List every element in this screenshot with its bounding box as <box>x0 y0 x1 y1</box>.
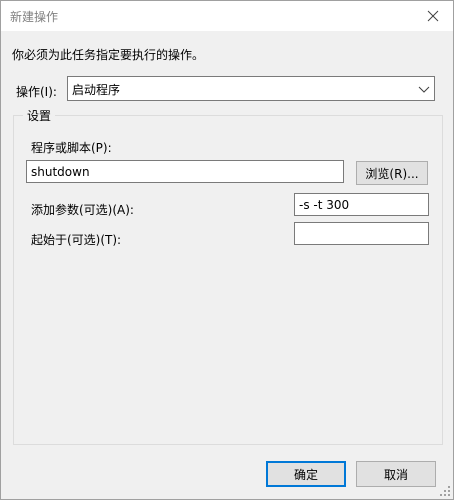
browse-button[interactable]: 浏览(R)... <box>356 161 428 185</box>
title-bar: 新建操作 <box>1 1 453 31</box>
ok-button[interactable]: 确定 <box>266 461 346 487</box>
start-in-label: 起始于(可选)(T): <box>31 233 122 247</box>
window-title: 新建操作 <box>10 10 59 24</box>
instruction-text: 你必须为此任务指定要执行的操作。 <box>12 48 205 62</box>
settings-group-legend: 设置 <box>23 107 56 124</box>
resize-grip-icon[interactable] <box>439 485 451 497</box>
program-label: 程序或脚本(P): <box>31 141 112 155</box>
start-in-input[interactable] <box>294 222 429 245</box>
args-label: 添加参数(可选)(A): <box>31 203 134 217</box>
program-input[interactable] <box>26 160 344 183</box>
close-icon <box>427 10 439 22</box>
action-select-value: 启动程序 <box>72 83 121 97</box>
action-label: 操作(I): <box>16 85 57 99</box>
action-select[interactable]: 启动程序 <box>67 76 435 101</box>
chevron-down-icon <box>418 86 430 93</box>
close-button[interactable] <box>413 1 453 31</box>
cancel-button[interactable]: 取消 <box>356 461 436 487</box>
new-action-dialog: 新建操作 你必须为此任务指定要执行的操作。 操作(I): 启动程序 设置 程序或… <box>0 0 454 500</box>
args-input[interactable] <box>294 193 429 216</box>
